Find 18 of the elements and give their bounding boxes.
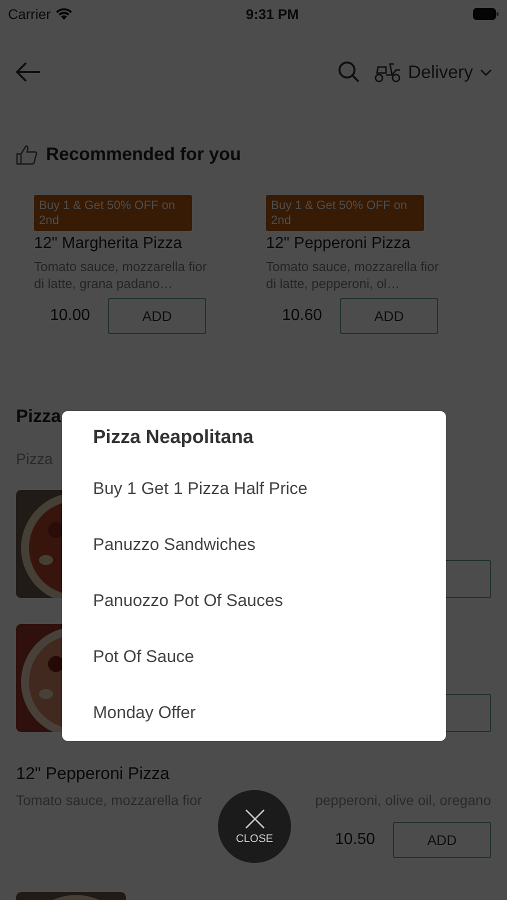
item-price: 10.60: [282, 307, 322, 325]
section-title: Recommended for you: [46, 144, 242, 165]
item-name: 12" Pepperoni Pizza: [16, 764, 170, 784]
clock-time: 9:31 PM: [246, 6, 299, 22]
menu-item[interactable]: Pot Of Sauce: [93, 647, 194, 667]
offer-badge: Buy 1 & Get 50% OFF on 2nd: [34, 195, 192, 231]
menu-item[interactable]: Buy 1 Get 1 Pizza Half Price: [93, 479, 308, 499]
menu-item[interactable]: Monday Offer: [93, 703, 196, 723]
item-name: 12" Pepperoni Pizza: [266, 235, 412, 253]
item-price: 10.00: [50, 307, 90, 325]
carrier-label: Carrier: [8, 6, 51, 22]
offer-badge: Buy 1 & Get 50% OFF on 2nd: [266, 195, 424, 231]
item-name: 12" Margherita Pizza: [34, 235, 183, 253]
menu-item[interactable]: Panuozzo Pot Of Sauces: [93, 591, 283, 611]
category-title: Pizza: [16, 406, 62, 427]
item-price: 10.50: [334, 831, 375, 849]
menu-title: Pizza Neapolitana: [93, 427, 254, 449]
menu-item[interactable]: Panuzzo Sandwiches: [93, 535, 256, 555]
